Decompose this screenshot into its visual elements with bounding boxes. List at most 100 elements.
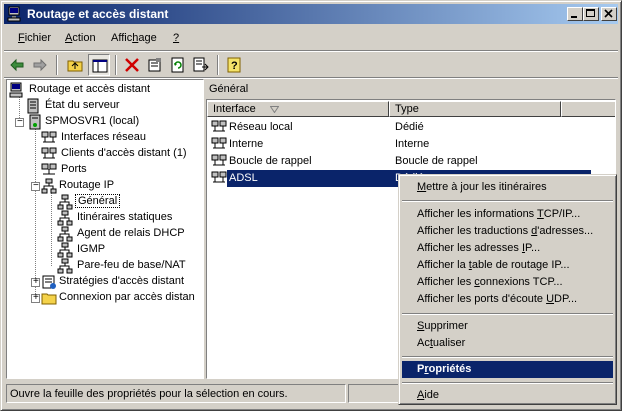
tree-node-label: Ports [61, 163, 87, 175]
menu-affichage[interactable]: Affichage [111, 32, 157, 44]
column-header-type[interactable]: Type [389, 101, 561, 117]
toolbar-separator [115, 55, 117, 75]
static-routes-icon [57, 210, 73, 226]
network-interface-icon [211, 120, 227, 132]
help-button[interactable]: ? [223, 54, 245, 76]
menu-fichier[interactable]: Fichier [18, 32, 51, 44]
interface-name: Interne [229, 138, 264, 150]
menu-separator [402, 382, 613, 384]
interface-type: Boucle de rappel [395, 155, 478, 167]
server-icon [29, 114, 41, 130]
column-header-extra[interactable] [561, 101, 615, 117]
refresh-icon [171, 57, 184, 73]
toolbar-separator [56, 55, 58, 75]
up-level-button[interactable] [64, 54, 86, 76]
interface-name: Réseau local [229, 121, 293, 133]
collapse-icon[interactable]: − [31, 180, 40, 191]
minimize-button[interactable] [567, 7, 583, 21]
menu-item-routing-table[interactable]: Afficher la table de routage IP... [402, 257, 613, 274]
maximize-button[interactable] [583, 7, 599, 21]
back-icon [10, 58, 24, 72]
properties-button[interactable] [144, 54, 166, 76]
interface-type: Interne [395, 138, 430, 150]
table-row[interactable]: Interne Interne [209, 136, 614, 153]
tree-node-label: État du serveur [45, 99, 120, 111]
collapse-icon[interactable]: − [15, 116, 24, 127]
show-tree-button[interactable] [88, 54, 110, 76]
delete-button[interactable] [121, 54, 143, 76]
folder-icon [41, 293, 57, 305]
up-folder-icon [67, 60, 83, 72]
menu-item-tcp-connections[interactable]: Afficher les connexions TCP... [402, 274, 613, 291]
maximize-icon [586, 9, 595, 17]
window-title: Routage et accès distant [27, 7, 169, 21]
context-menu: Mettre à jour les itinéraires Afficher l… [398, 174, 617, 405]
status-text-cell: Ouvre la feuille des propriétés pour la … [6, 384, 346, 403]
ip-routing-icon [41, 178, 57, 194]
tree-connector [35, 126, 37, 182]
status-text: Ouvre la feuille des propriétés pour la … [10, 388, 288, 400]
tree-node-label: Routage et accès distant [29, 83, 151, 95]
close-icon [604, 9, 613, 18]
expand-icon[interactable]: + [31, 292, 40, 303]
console-tree[interactable]: Routage et accès distant État du serveur… [6, 79, 204, 379]
menu-separator [402, 200, 613, 202]
expand-icon[interactable]: + [31, 276, 40, 287]
menu-help[interactable]: ? [173, 32, 179, 44]
svg-text:?: ? [231, 60, 238, 72]
menu-item-ip-addresses[interactable]: Afficher les adresses IP... [402, 240, 613, 257]
tree-node-label: Connexion par accès distan [59, 291, 195, 303]
general-icon [57, 194, 73, 210]
toolbar-separator [217, 55, 219, 75]
column-header-label: Type [395, 103, 419, 115]
menu-item-delete[interactable]: Supprimer [402, 318, 613, 335]
menu-item-udp-listeners[interactable]: Afficher les ports d'écoute UDP... [402, 291, 613, 308]
server-status-icon [27, 98, 39, 114]
menu-item-refresh[interactable]: Actualiser [402, 335, 613, 352]
ports-icon [41, 163, 57, 175]
forward-button[interactable] [29, 54, 51, 76]
export-list-button[interactable] [190, 54, 212, 76]
menu-item-help[interactable]: Aide [402, 387, 613, 404]
network-interface-icon [211, 171, 227, 183]
tree-node-label: IGMP [77, 243, 106, 255]
tree-connector [51, 192, 53, 266]
back-button[interactable] [6, 54, 28, 76]
menu-item-address-translations[interactable]: Afficher les traductions d'adresses... [402, 223, 613, 240]
close-button[interactable] [601, 7, 617, 21]
routing-server-icon [9, 82, 23, 98]
column-header-interface[interactable]: Interface [207, 101, 389, 117]
tree-node-label: Itinéraires statiques [77, 211, 173, 223]
interface-type: Dédié [395, 121, 424, 133]
menu-separator [4, 50, 618, 52]
tree-node-label: Stratégies d'accès distant [59, 275, 185, 287]
properties-icon [148, 58, 161, 72]
toolbar: ? [4, 53, 618, 77]
show-tree-icon [92, 59, 108, 73]
table-row[interactable]: Boucle de rappel Boucle de rappel [209, 153, 614, 170]
title-bar[interactable]: Routage et accès distant [4, 4, 618, 24]
delete-icon [125, 58, 139, 72]
tree-node-label: Clients d'accès distant (1) [61, 147, 187, 159]
menu-item-tcpip-info[interactable]: Afficher les informations TCP/IP... [402, 206, 613, 223]
interface-name: ADSL [229, 172, 258, 184]
tree-node-label: SPMOSVR1 (local) [45, 115, 140, 127]
table-row[interactable]: Réseau local Dédié [209, 119, 614, 136]
export-icon [193, 57, 209, 72]
remote-clients-icon [41, 147, 57, 159]
dhcp-relay-icon [57, 226, 73, 242]
menu-item-properties[interactable]: Propriétés [402, 361, 613, 378]
sort-arrow-icon [270, 106, 279, 113]
menu-action[interactable]: Action [65, 32, 96, 44]
column-header-label: Interface [213, 103, 256, 115]
tree-node-label: Interfaces réseau [61, 131, 146, 143]
refresh-button[interactable] [167, 54, 189, 76]
tree-node-label: Agent de relais DHCP [77, 227, 185, 239]
forward-icon [33, 58, 47, 72]
tree-node-label: Routage IP [59, 179, 115, 191]
nat-icon [57, 258, 73, 274]
menu-item-update-routes[interactable]: Mettre à jour les itinéraires [402, 179, 613, 196]
tree-node-label: Pare-feu de base/NAT [77, 259, 186, 271]
interface-name: Boucle de rappel [229, 155, 312, 167]
igmp-icon [57, 242, 73, 258]
